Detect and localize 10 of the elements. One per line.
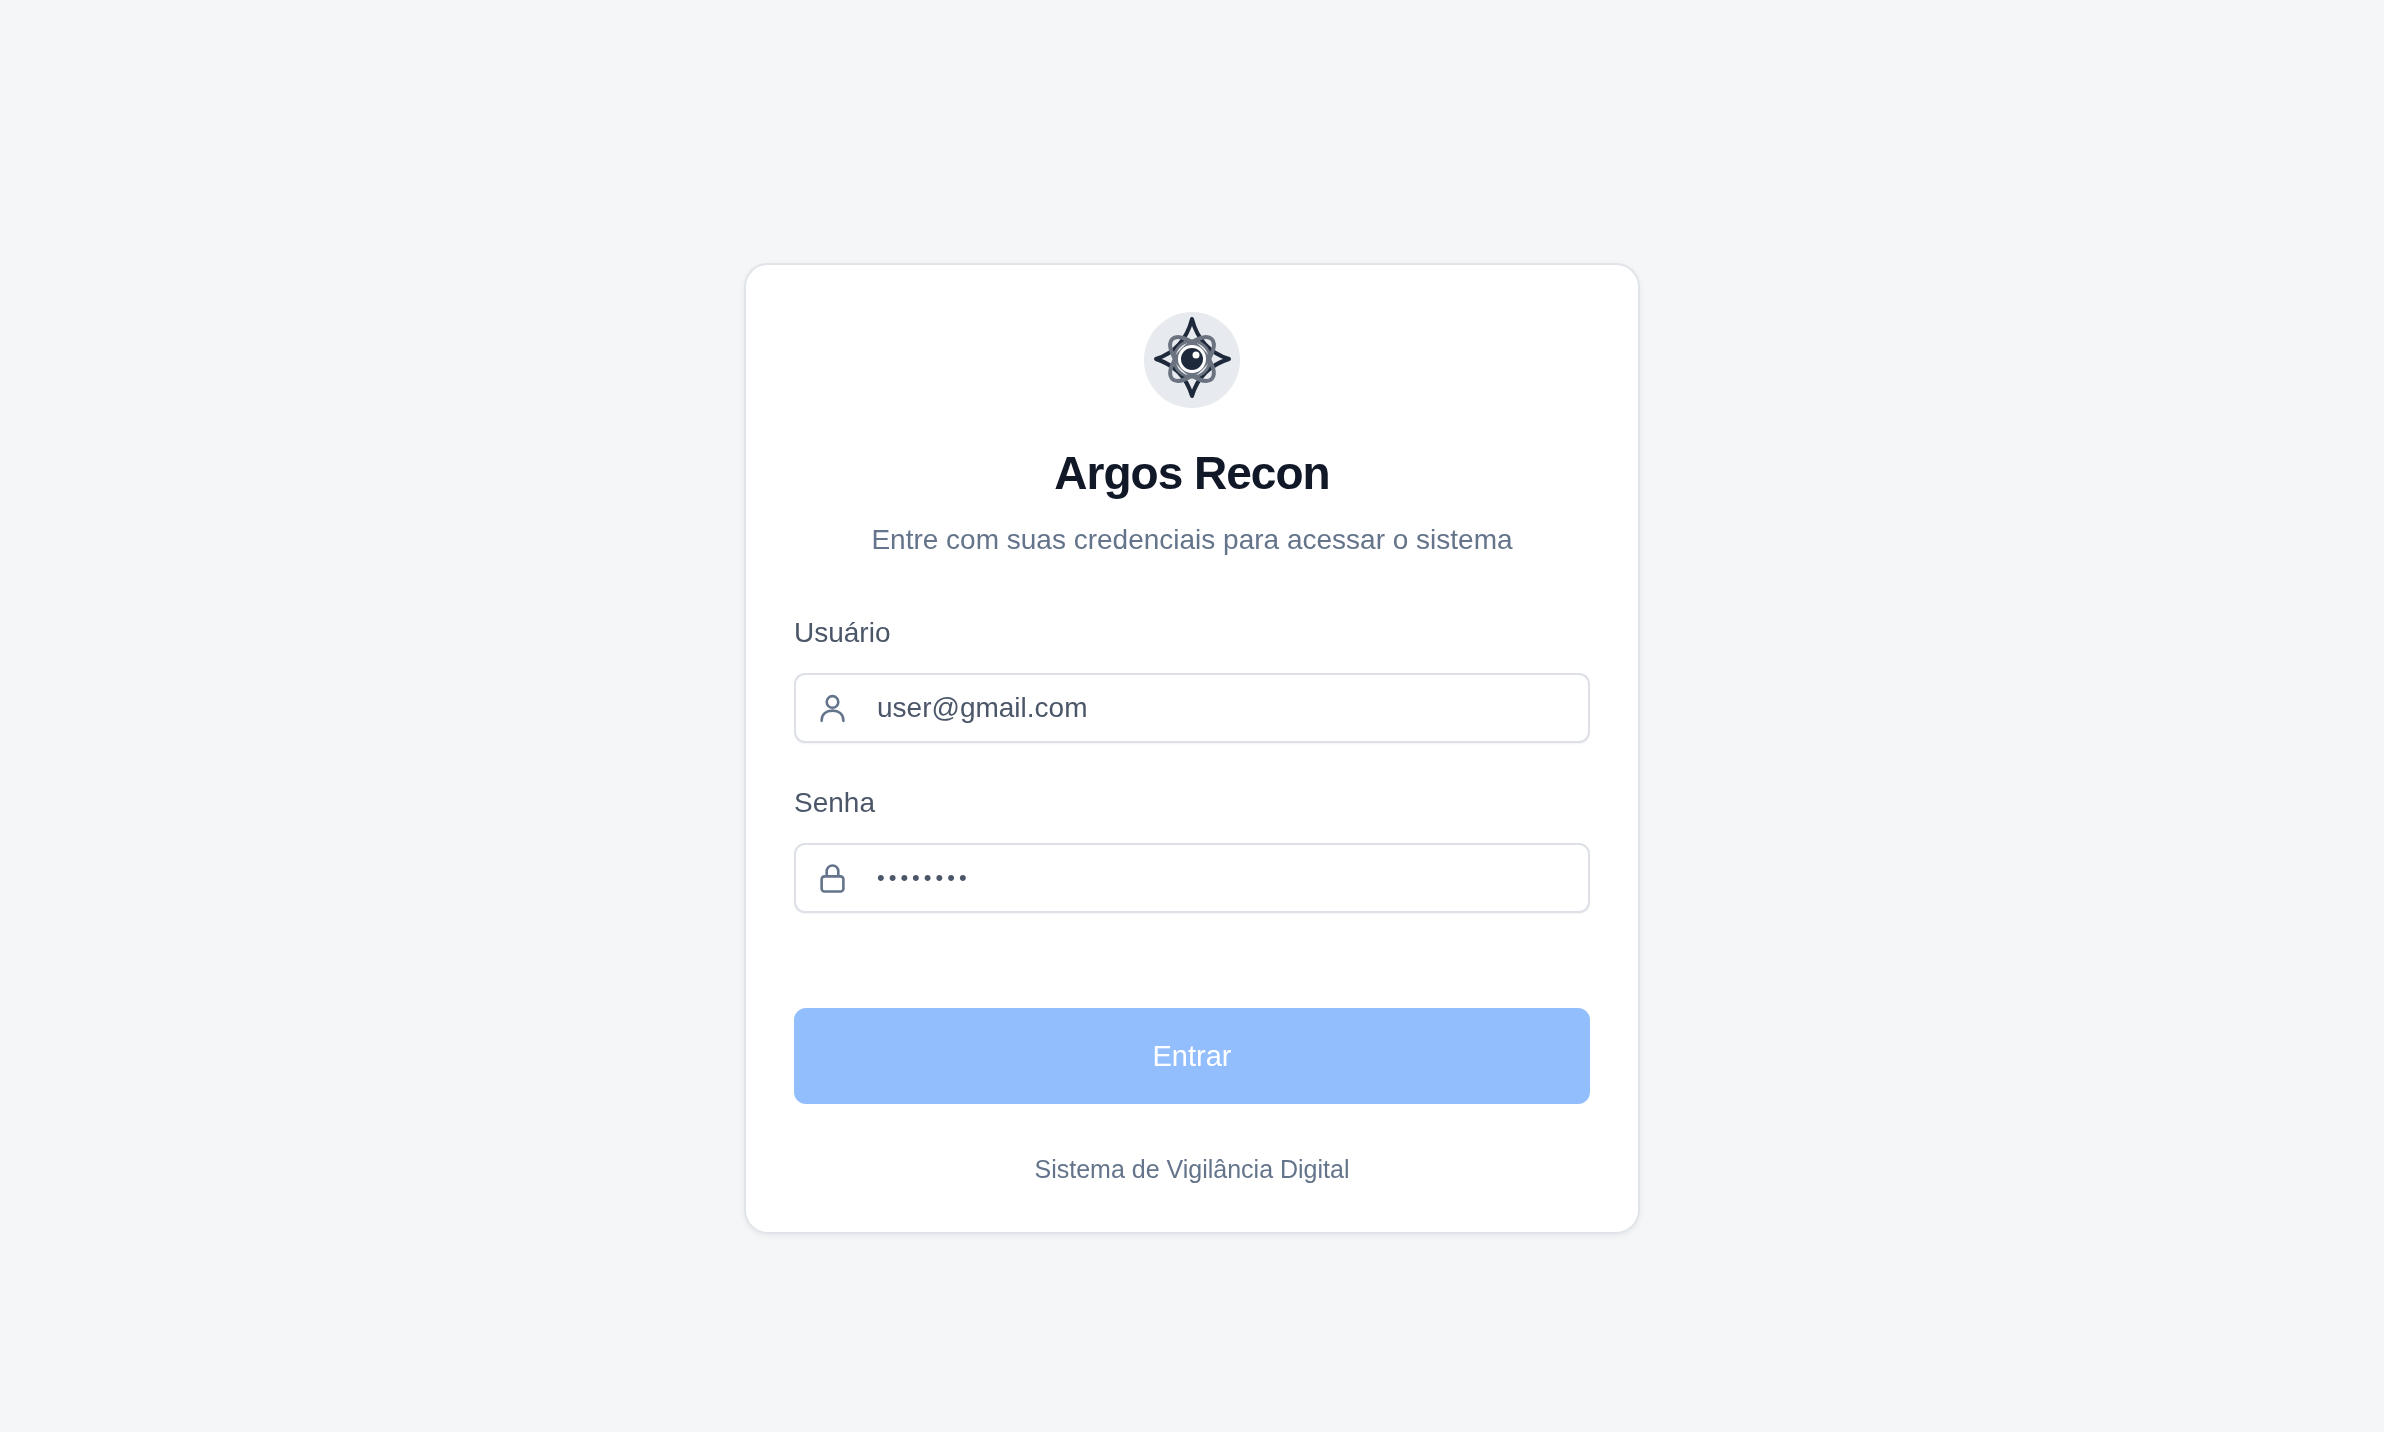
- subtitle-text: Entre com suas credenciais para acessar o sistema: [871, 523, 1513, 557]
- app-title: Argos Recon: [1054, 446, 1330, 501]
- user-icon: [820, 694, 845, 723]
- footer-text: Sistema de Vigilância Digital: [1034, 1154, 1350, 1184]
- eye-logo-icon: [1144, 312, 1240, 408]
- field-label: Usuário: [794, 616, 891, 650]
- username-field[interactable]: user@gmail.com: [794, 673, 1590, 743]
- lock-icon: [820, 864, 845, 893]
- password-field[interactable]: ••••••••: [794, 843, 1590, 913]
- field-label: Senha: [794, 786, 875, 820]
